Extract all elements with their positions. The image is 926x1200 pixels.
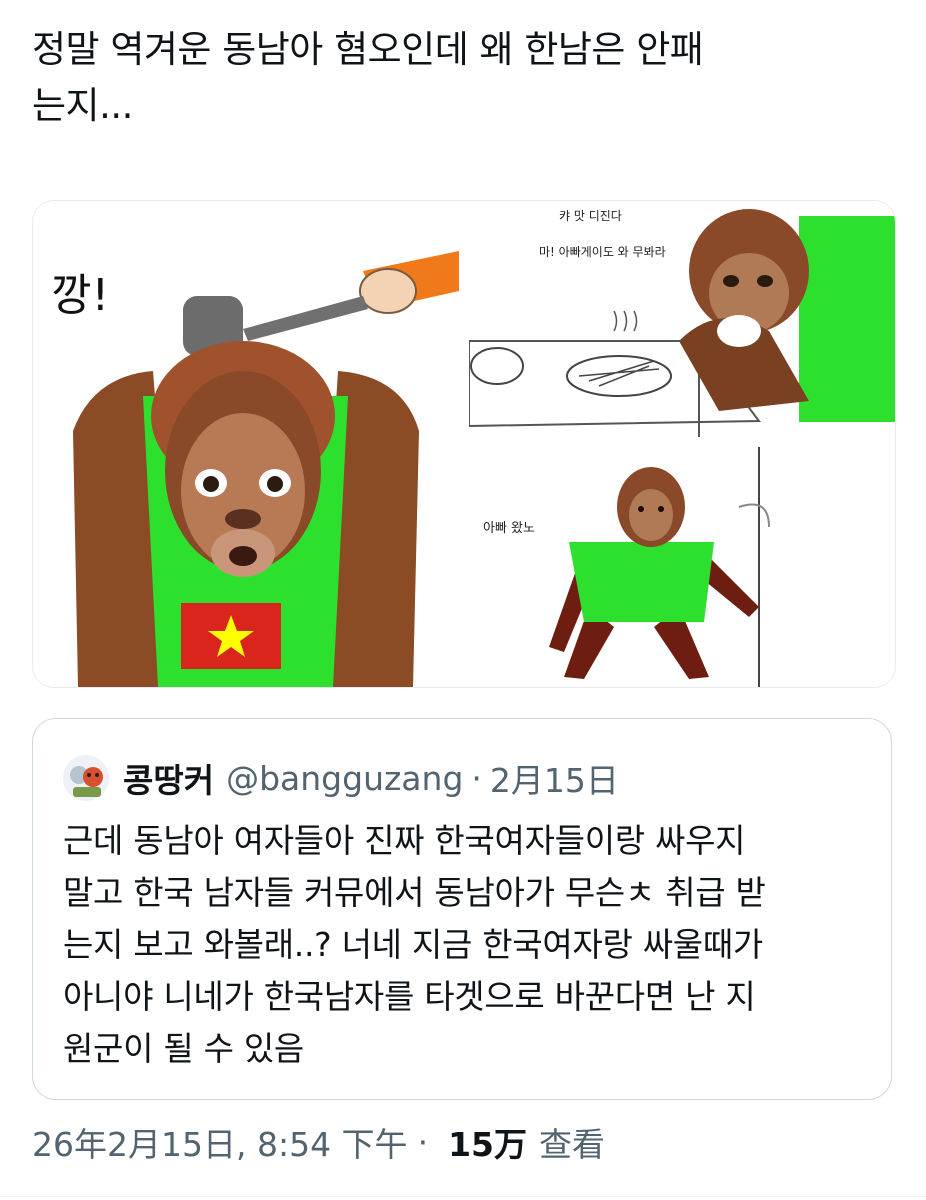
panel-tr-text-1: 캬 맛 디진다: [559, 209, 622, 223]
orangutan-eating-illustration: [469, 201, 895, 437]
tweet-timestamp[interactable]: 26年2月15日, 8:54 下午: [32, 1118, 408, 1166]
quoted-author-handle[interactable]: @bangguzang: [226, 759, 463, 798]
divider: [0, 1196, 926, 1197]
avatar[interactable]: [63, 755, 109, 801]
header-separator: ·: [471, 758, 482, 798]
tweet-text-line-1: 정말 역겨운 동남아 혐오인데 왜 한남은 안패: [32, 28, 704, 71]
avatar-image: [63, 755, 109, 801]
quoted-text-line: 아니야 니네가 한국남자를 타겟으로 바꾼다면 난 지: [63, 977, 756, 1016]
tweet-meta: 26年2月15日, 8:54 下午 · 15万 查看: [32, 1118, 605, 1166]
tweet-text: 정말 역겨운 동남아 혐오인데 왜 한남은 안패 는지...: [32, 22, 892, 134]
media-image-bottom-right[interactable]: 아빠 왔노: [469, 447, 895, 687]
quoted-text-line: 는지 보고 와볼래..? 너네 지금 한국여자랑 싸울때가: [63, 925, 763, 964]
panel-left-caption: 깡!: [51, 270, 110, 321]
tweet-text-line-2: 는지...: [32, 84, 133, 127]
meta-separator: ·: [417, 1122, 429, 1162]
quoted-author-name[interactable]: 콩땅커: [123, 754, 214, 802]
quoted-date[interactable]: 2月15日: [490, 754, 619, 802]
quoted-tweet-card[interactable]: 콩땅커 @bangguzang · 2月15日 근데 동남아 여자들아 진짜 한…: [32, 718, 892, 1100]
orangutan-arrives-illustration: [469, 447, 895, 687]
views-label: 查看: [539, 1125, 605, 1164]
media-grid[interactable]: 깡! 캬 맛 디진다 마! 아빠게이도 와 무봐라 아빠 왔노: [32, 200, 896, 688]
quoted-text-line: 원군이 될 수 있음: [63, 1029, 304, 1068]
quoted-text-line: 근데 동남아 여자들아 진짜 한국여자들이랑 싸우지: [63, 821, 746, 860]
media-image-top-right[interactable]: 캬 맛 디진다 마! 아빠게이도 와 무봐라: [469, 201, 895, 437]
panel-br-caption: 아빠 왔노: [483, 521, 535, 536]
quoted-text-line: 말고 한국 남자들 커뮤에서 동남아가 무슨ㅊ 취급 받: [63, 873, 766, 912]
views-count: 15万: [448, 1125, 527, 1164]
media-image-left[interactable]: 깡!: [33, 201, 459, 687]
quoted-tweet-header: 콩땅커 @bangguzang · 2月15日: [63, 755, 619, 801]
panel-tr-text-2: 마! 아빠게이도 와 무봐라: [539, 245, 666, 259]
quoted-tweet-text: 근데 동남아 여자들아 진짜 한국여자들이랑 싸우지 말고 한국 남자들 커뮤에…: [63, 815, 873, 1075]
